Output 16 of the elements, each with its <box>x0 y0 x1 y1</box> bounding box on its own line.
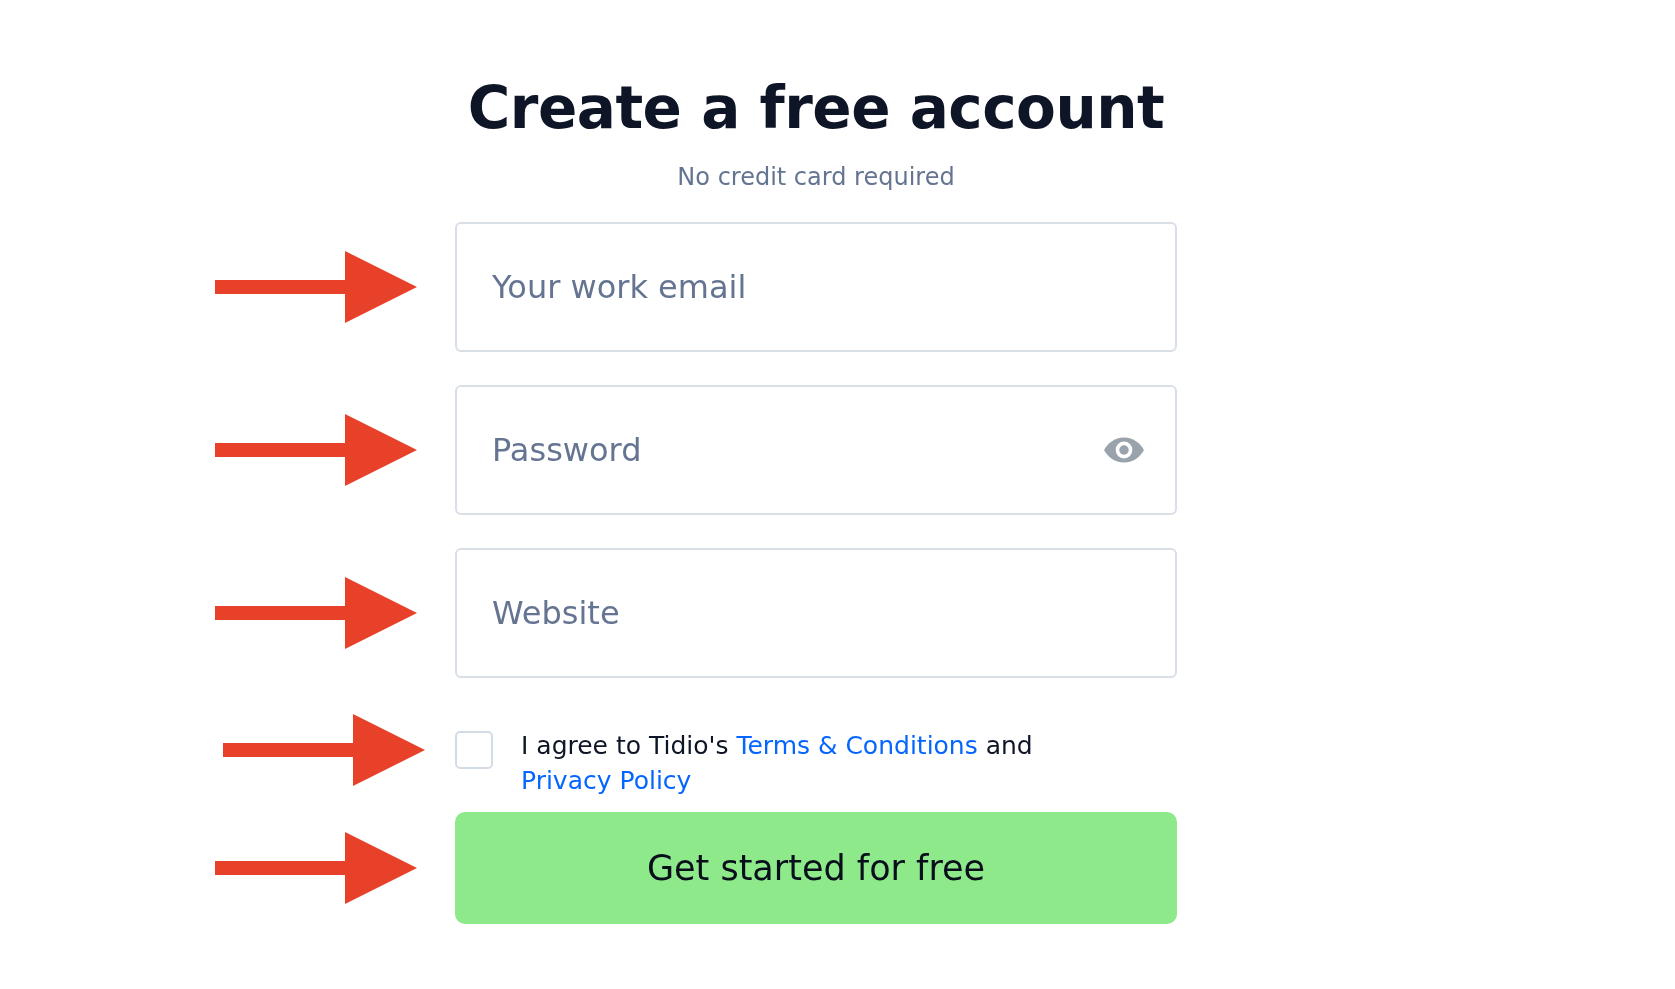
arrow-icon <box>215 414 417 486</box>
get-started-button[interactable]: Get started for free <box>455 812 1177 924</box>
arrow-icon <box>215 832 417 904</box>
checkbox[interactable] <box>455 731 493 769</box>
eye-icon[interactable] <box>1103 436 1145 464</box>
privacy-link[interactable]: Privacy Policy <box>521 766 692 795</box>
terms-link[interactable]: Terms & Conditions <box>736 731 978 760</box>
arrow-icon <box>215 577 417 649</box>
subtitle: No credit card required <box>676 162 956 192</box>
arrow-icon <box>215 251 417 323</box>
page-title: Create a free account <box>466 73 1166 144</box>
input-field[interactable]: Your work email <box>455 222 1177 352</box>
password-field[interactable]: Password <box>455 385 1177 515</box>
input-field[interactable]: Website <box>455 548 1177 678</box>
consent-text: I agree to Tidio's Terms & Conditions and Privacy Policy <box>521 730 1034 797</box>
arrow-icon <box>223 714 425 786</box>
